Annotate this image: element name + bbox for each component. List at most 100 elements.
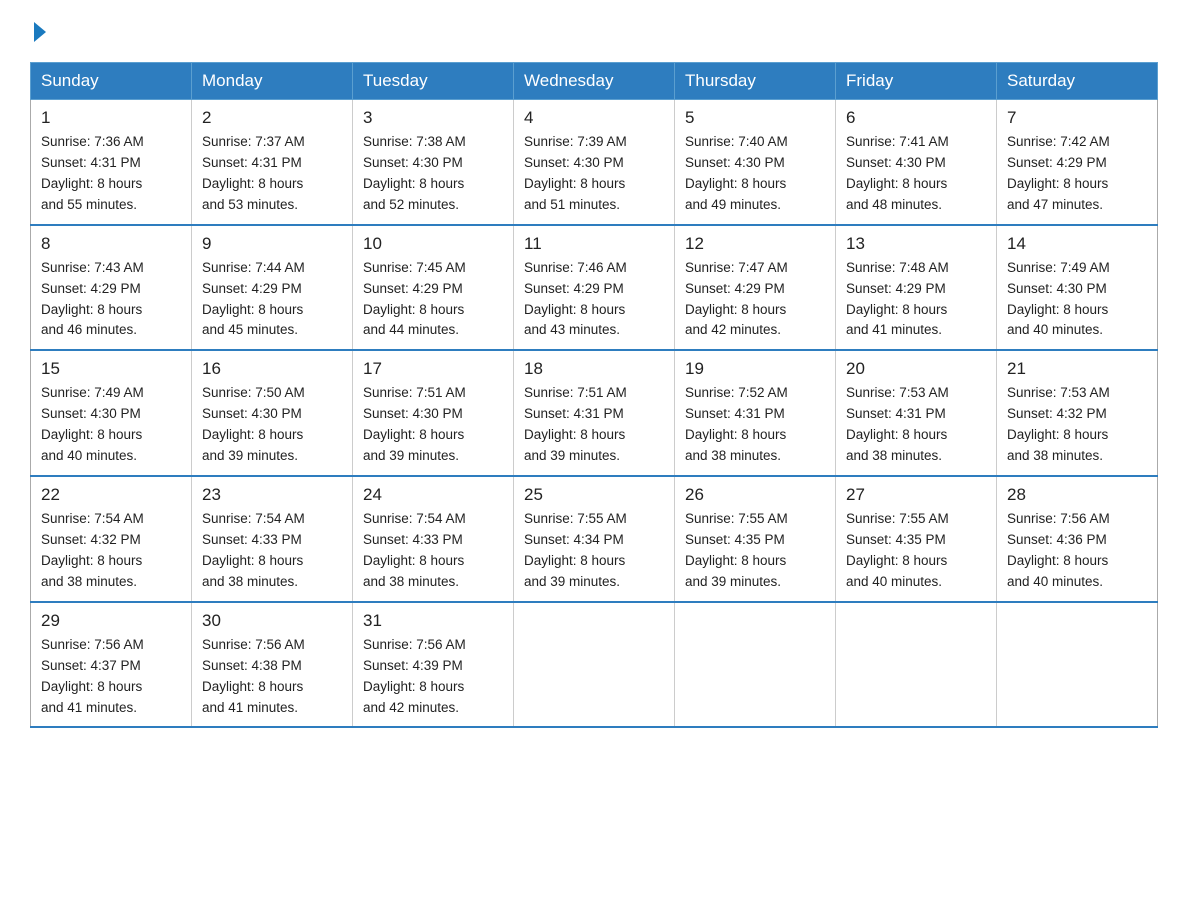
day-info: Sunrise: 7:51 AMSunset: 4:31 PMDaylight:…: [524, 385, 627, 463]
day-number: 9: [202, 234, 342, 254]
header-thursday: Thursday: [675, 63, 836, 100]
day-info: Sunrise: 7:53 AMSunset: 4:31 PMDaylight:…: [846, 385, 949, 463]
day-number: 20: [846, 359, 986, 379]
calendar-cell: 15 Sunrise: 7:49 AMSunset: 4:30 PMDaylig…: [31, 350, 192, 476]
day-number: 17: [363, 359, 503, 379]
day-number: 10: [363, 234, 503, 254]
day-info: Sunrise: 7:56 AMSunset: 4:39 PMDaylight:…: [363, 637, 466, 715]
calendar-cell: 5 Sunrise: 7:40 AMSunset: 4:30 PMDayligh…: [675, 100, 836, 225]
day-number: 12: [685, 234, 825, 254]
day-number: 5: [685, 108, 825, 128]
calendar-cell: 20 Sunrise: 7:53 AMSunset: 4:31 PMDaylig…: [836, 350, 997, 476]
day-number: 27: [846, 485, 986, 505]
day-number: 15: [41, 359, 181, 379]
calendar-cell: 3 Sunrise: 7:38 AMSunset: 4:30 PMDayligh…: [353, 100, 514, 225]
calendar-cell: 12 Sunrise: 7:47 AMSunset: 4:29 PMDaylig…: [675, 225, 836, 351]
header-friday: Friday: [836, 63, 997, 100]
calendar-week-row: 1 Sunrise: 7:36 AMSunset: 4:31 PMDayligh…: [31, 100, 1158, 225]
calendar-cell: 16 Sunrise: 7:50 AMSunset: 4:30 PMDaylig…: [192, 350, 353, 476]
day-number: 19: [685, 359, 825, 379]
day-number: 25: [524, 485, 664, 505]
page-header: [30, 20, 1158, 42]
calendar-cell: 17 Sunrise: 7:51 AMSunset: 4:30 PMDaylig…: [353, 350, 514, 476]
header-saturday: Saturday: [997, 63, 1158, 100]
header-wednesday: Wednesday: [514, 63, 675, 100]
day-info: Sunrise: 7:51 AMSunset: 4:30 PMDaylight:…: [363, 385, 466, 463]
day-info: Sunrise: 7:53 AMSunset: 4:32 PMDaylight:…: [1007, 385, 1110, 463]
calendar-cell: 26 Sunrise: 7:55 AMSunset: 4:35 PMDaylig…: [675, 476, 836, 602]
calendar-cell: 9 Sunrise: 7:44 AMSunset: 4:29 PMDayligh…: [192, 225, 353, 351]
calendar-table: Sunday Monday Tuesday Wednesday Thursday…: [30, 62, 1158, 728]
calendar-cell: 29 Sunrise: 7:56 AMSunset: 4:37 PMDaylig…: [31, 602, 192, 728]
day-info: Sunrise: 7:44 AMSunset: 4:29 PMDaylight:…: [202, 260, 305, 338]
day-number: 24: [363, 485, 503, 505]
day-info: Sunrise: 7:54 AMSunset: 4:33 PMDaylight:…: [363, 511, 466, 589]
day-number: 4: [524, 108, 664, 128]
day-info: Sunrise: 7:54 AMSunset: 4:33 PMDaylight:…: [202, 511, 305, 589]
day-number: 26: [685, 485, 825, 505]
calendar-cell: [997, 602, 1158, 728]
calendar-cell: [514, 602, 675, 728]
day-number: 14: [1007, 234, 1147, 254]
calendar-cell: 1 Sunrise: 7:36 AMSunset: 4:31 PMDayligh…: [31, 100, 192, 225]
day-number: 13: [846, 234, 986, 254]
day-number: 22: [41, 485, 181, 505]
day-info: Sunrise: 7:37 AMSunset: 4:31 PMDaylight:…: [202, 134, 305, 212]
calendar-cell: [836, 602, 997, 728]
header-sunday: Sunday: [31, 63, 192, 100]
calendar-cell: 10 Sunrise: 7:45 AMSunset: 4:29 PMDaylig…: [353, 225, 514, 351]
day-number: 18: [524, 359, 664, 379]
calendar-cell: 19 Sunrise: 7:52 AMSunset: 4:31 PMDaylig…: [675, 350, 836, 476]
day-info: Sunrise: 7:40 AMSunset: 4:30 PMDaylight:…: [685, 134, 788, 212]
calendar-cell: 28 Sunrise: 7:56 AMSunset: 4:36 PMDaylig…: [997, 476, 1158, 602]
calendar-cell: 11 Sunrise: 7:46 AMSunset: 4:29 PMDaylig…: [514, 225, 675, 351]
header-tuesday: Tuesday: [353, 63, 514, 100]
logo-arrow-icon: [34, 22, 46, 42]
day-info: Sunrise: 7:55 AMSunset: 4:35 PMDaylight:…: [846, 511, 949, 589]
calendar-cell: 31 Sunrise: 7:56 AMSunset: 4:39 PMDaylig…: [353, 602, 514, 728]
calendar-cell: 13 Sunrise: 7:48 AMSunset: 4:29 PMDaylig…: [836, 225, 997, 351]
calendar-cell: 6 Sunrise: 7:41 AMSunset: 4:30 PMDayligh…: [836, 100, 997, 225]
calendar-cell: 4 Sunrise: 7:39 AMSunset: 4:30 PMDayligh…: [514, 100, 675, 225]
calendar-cell: 25 Sunrise: 7:55 AMSunset: 4:34 PMDaylig…: [514, 476, 675, 602]
calendar-cell: 27 Sunrise: 7:55 AMSunset: 4:35 PMDaylig…: [836, 476, 997, 602]
day-number: 6: [846, 108, 986, 128]
day-number: 16: [202, 359, 342, 379]
day-info: Sunrise: 7:50 AMSunset: 4:30 PMDaylight:…: [202, 385, 305, 463]
day-number: 7: [1007, 108, 1147, 128]
day-info: Sunrise: 7:56 AMSunset: 4:36 PMDaylight:…: [1007, 511, 1110, 589]
day-info: Sunrise: 7:55 AMSunset: 4:35 PMDaylight:…: [685, 511, 788, 589]
day-info: Sunrise: 7:54 AMSunset: 4:32 PMDaylight:…: [41, 511, 144, 589]
day-info: Sunrise: 7:43 AMSunset: 4:29 PMDaylight:…: [41, 260, 144, 338]
calendar-cell: 30 Sunrise: 7:56 AMSunset: 4:38 PMDaylig…: [192, 602, 353, 728]
calendar-cell: 24 Sunrise: 7:54 AMSunset: 4:33 PMDaylig…: [353, 476, 514, 602]
day-info: Sunrise: 7:36 AMSunset: 4:31 PMDaylight:…: [41, 134, 144, 212]
day-info: Sunrise: 7:52 AMSunset: 4:31 PMDaylight:…: [685, 385, 788, 463]
calendar-week-row: 29 Sunrise: 7:56 AMSunset: 4:37 PMDaylig…: [31, 602, 1158, 728]
day-number: 21: [1007, 359, 1147, 379]
calendar-cell: 8 Sunrise: 7:43 AMSunset: 4:29 PMDayligh…: [31, 225, 192, 351]
calendar-cell: 21 Sunrise: 7:53 AMSunset: 4:32 PMDaylig…: [997, 350, 1158, 476]
day-info: Sunrise: 7:56 AMSunset: 4:38 PMDaylight:…: [202, 637, 305, 715]
day-number: 28: [1007, 485, 1147, 505]
day-info: Sunrise: 7:49 AMSunset: 4:30 PMDaylight:…: [41, 385, 144, 463]
day-number: 30: [202, 611, 342, 631]
day-info: Sunrise: 7:55 AMSunset: 4:34 PMDaylight:…: [524, 511, 627, 589]
calendar-cell: 23 Sunrise: 7:54 AMSunset: 4:33 PMDaylig…: [192, 476, 353, 602]
day-number: 23: [202, 485, 342, 505]
day-number: 2: [202, 108, 342, 128]
day-info: Sunrise: 7:56 AMSunset: 4:37 PMDaylight:…: [41, 637, 144, 715]
logo: [30, 20, 46, 42]
day-info: Sunrise: 7:42 AMSunset: 4:29 PMDaylight:…: [1007, 134, 1110, 212]
calendar-week-row: 8 Sunrise: 7:43 AMSunset: 4:29 PMDayligh…: [31, 225, 1158, 351]
weekday-header-row: Sunday Monday Tuesday Wednesday Thursday…: [31, 63, 1158, 100]
calendar-cell: 7 Sunrise: 7:42 AMSunset: 4:29 PMDayligh…: [997, 100, 1158, 225]
logo-blue-text: [30, 20, 46, 42]
day-info: Sunrise: 7:41 AMSunset: 4:30 PMDaylight:…: [846, 134, 949, 212]
day-number: 11: [524, 234, 664, 254]
calendar-cell: 22 Sunrise: 7:54 AMSunset: 4:32 PMDaylig…: [31, 476, 192, 602]
day-number: 3: [363, 108, 503, 128]
day-info: Sunrise: 7:48 AMSunset: 4:29 PMDaylight:…: [846, 260, 949, 338]
calendar-cell: 14 Sunrise: 7:49 AMSunset: 4:30 PMDaylig…: [997, 225, 1158, 351]
calendar-week-row: 22 Sunrise: 7:54 AMSunset: 4:32 PMDaylig…: [31, 476, 1158, 602]
